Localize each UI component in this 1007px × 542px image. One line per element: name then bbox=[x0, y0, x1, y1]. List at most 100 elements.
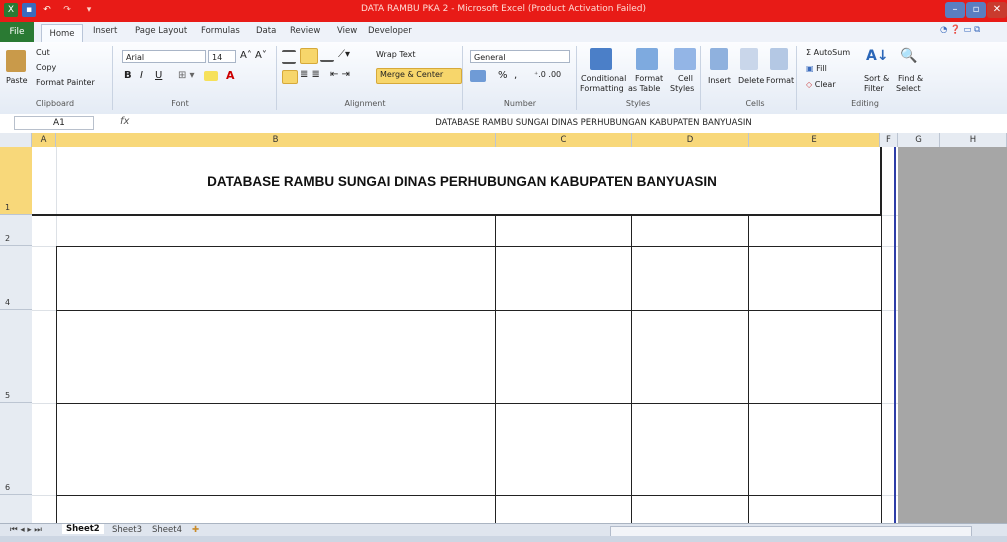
outside-print-area bbox=[898, 147, 1007, 523]
column-header-c[interactable]: C bbox=[496, 133, 632, 147]
column-header-a[interactable]: A bbox=[32, 133, 56, 147]
indent-icon[interactable]: ⇤ ⇥ bbox=[330, 69, 350, 80]
table-border bbox=[56, 310, 882, 311]
format-painter-button[interactable]: Format Painter bbox=[36, 78, 95, 87]
conditional-formatting-icon[interactable] bbox=[590, 48, 612, 70]
row-header-2[interactable]: 2 bbox=[0, 215, 32, 246]
row-header-6[interactable]: 6 bbox=[0, 403, 32, 495]
clear-label[interactable]: Clear bbox=[815, 80, 836, 89]
sheet-tab-sheet4[interactable]: Sheet4 bbox=[152, 525, 182, 535]
tab-file[interactable]: File bbox=[0, 22, 34, 42]
ribbon-separator bbox=[700, 46, 701, 110]
insert-cells-icon[interactable] bbox=[710, 48, 728, 70]
format-cells-button[interactable]: Format bbox=[766, 76, 794, 85]
insert-sheet-icon[interactable]: ✚ bbox=[192, 525, 199, 535]
delete-cells-icon[interactable] bbox=[740, 48, 758, 70]
column-header-g[interactable]: G bbox=[898, 133, 940, 147]
merge-center-button[interactable]: Merge & Center bbox=[380, 70, 443, 79]
align-bottom-icon[interactable] bbox=[320, 50, 334, 62]
cut-button[interactable]: Cut bbox=[36, 48, 50, 57]
autosum-button: Σ AutoSum bbox=[806, 48, 850, 57]
sheet-title-cell[interactable]: DATABASE RAMBU SUNGAI DINAS PERHUBUNGAN … bbox=[32, 147, 882, 215]
formula-input[interactable]: DATABASE RAMBU SUNGAI DINAS PERHUBUNGAN … bbox=[200, 116, 987, 130]
row-header-5[interactable]: 5 bbox=[0, 310, 32, 403]
font-name-combo[interactable]: Arial bbox=[122, 50, 206, 63]
conditional-formatting-label2: Formatting bbox=[580, 84, 624, 93]
column-header-h[interactable]: H bbox=[940, 133, 1007, 147]
row-header-4[interactable]: 4 bbox=[0, 246, 32, 310]
borders-icon[interactable]: ⊞ ▾ bbox=[178, 70, 195, 81]
tab-home[interactable]: Home bbox=[41, 24, 83, 44]
format-as-table-icon[interactable] bbox=[636, 48, 658, 70]
find-select-button[interactable]: Find & bbox=[898, 74, 923, 83]
column-header-b[interactable]: B bbox=[56, 133, 496, 147]
autosum-label[interactable]: AutoSum bbox=[814, 48, 851, 57]
insert-cells-button[interactable]: Insert bbox=[708, 76, 731, 85]
table-border bbox=[56, 495, 882, 496]
accounting-format-icon[interactable] bbox=[470, 70, 486, 82]
tab-formulas[interactable]: Formulas bbox=[201, 26, 240, 36]
paste-button[interactable]: Paste bbox=[6, 76, 28, 85]
wrap-text-button[interactable]: Wrap Text bbox=[376, 50, 416, 59]
page-break-line bbox=[894, 147, 896, 523]
tab-developer[interactable]: Developer bbox=[368, 26, 412, 36]
select-all-corner[interactable] bbox=[0, 133, 32, 147]
sort-filter-button[interactable]: Sort & bbox=[864, 74, 889, 83]
italic-button[interactable]: I bbox=[140, 70, 143, 81]
find-select-icon[interactable]: 🔍 bbox=[900, 48, 917, 64]
row-header-1[interactable]: 1 bbox=[0, 147, 32, 215]
maximize-button[interactable]: ▫ bbox=[966, 2, 986, 18]
delete-cells-button[interactable]: Delete bbox=[738, 76, 764, 85]
clear-button: ◇ Clear bbox=[806, 80, 836, 89]
cells-group-label: Cells bbox=[745, 99, 765, 108]
format-as-table-button[interactable]: Format bbox=[635, 74, 663, 83]
grow-font-icon[interactable]: A˄ A˅ bbox=[240, 50, 267, 61]
column-header-d[interactable]: D bbox=[632, 133, 749, 147]
tab-insert[interactable]: Insert bbox=[93, 26, 117, 36]
paste-icon[interactable] bbox=[6, 50, 26, 72]
tab-review[interactable]: Review bbox=[290, 26, 320, 36]
sort-filter-icon[interactable]: A↓ bbox=[866, 48, 889, 64]
font-color-icon[interactable]: A bbox=[226, 69, 235, 82]
help-icon[interactable]: ◔ ❓ ▭ ⧉ bbox=[940, 25, 980, 35]
table-border bbox=[631, 215, 632, 523]
comma-style-button[interactable]: , bbox=[514, 70, 517, 81]
align-middle-icon[interactable] bbox=[300, 48, 318, 64]
tab-view[interactable]: View bbox=[337, 26, 357, 36]
worksheet-grid[interactable]: DATABASE RAMBU SUNGAI DINAS PERHUBUNGAN … bbox=[32, 147, 1007, 523]
editing-group-label: Editing bbox=[851, 99, 879, 108]
ribbon-separator bbox=[796, 46, 797, 110]
tab-data[interactable]: Data bbox=[256, 26, 276, 36]
align-left-icon[interactable] bbox=[282, 70, 298, 84]
align-center-icon[interactable]: ≣ ≣ bbox=[300, 69, 320, 80]
bold-button[interactable]: B bbox=[124, 70, 132, 81]
conditional-formatting-button[interactable]: Conditional bbox=[581, 74, 626, 83]
insert-function-icon[interactable]: fx bbox=[120, 116, 129, 127]
styles-group-label: Styles bbox=[625, 99, 651, 108]
column-header-f[interactable]: F bbox=[880, 133, 898, 147]
font-size-combo[interactable]: 14 bbox=[208, 50, 236, 63]
minimize-button[interactable]: – bbox=[945, 2, 965, 18]
number-format-combo[interactable]: General bbox=[470, 50, 570, 63]
copy-button[interactable]: Copy bbox=[36, 63, 56, 72]
align-top-icon[interactable] bbox=[282, 50, 296, 64]
name-box[interactable]: A1 bbox=[14, 116, 94, 130]
cell-styles-icon[interactable] bbox=[674, 48, 696, 70]
fill-label[interactable]: Fill bbox=[816, 64, 827, 73]
format-cells-icon[interactable] bbox=[770, 48, 788, 70]
column-header-e[interactable]: E bbox=[749, 133, 880, 147]
fill-color-icon[interactable] bbox=[204, 71, 218, 81]
close-button[interactable]: ✕ bbox=[987, 2, 1007, 18]
underline-button[interactable]: U bbox=[155, 70, 162, 81]
fill-icon: ▣ bbox=[806, 64, 817, 73]
cell-styles-button[interactable]: Cell bbox=[678, 74, 693, 83]
sheet-nav-icon[interactable]: ⏮ ◂ ▸ ⏭ bbox=[10, 525, 42, 535]
tab-page-layout[interactable]: Page Layout bbox=[135, 26, 187, 36]
ribbon: Paste Cut Copy Format Painter Clipboard … bbox=[0, 42, 1007, 115]
decimal-icon[interactable]: ⁺.0 .00 bbox=[534, 70, 561, 79]
sheet-tab-sheet2[interactable]: Sheet2 bbox=[62, 524, 104, 534]
percent-style-button[interactable]: % bbox=[498, 70, 508, 81]
orientation-icon[interactable]: ⟋▾ bbox=[338, 49, 350, 60]
sheet-tab-sheet3[interactable]: Sheet3 bbox=[112, 525, 142, 535]
clear-icon: ◇ bbox=[806, 80, 815, 89]
